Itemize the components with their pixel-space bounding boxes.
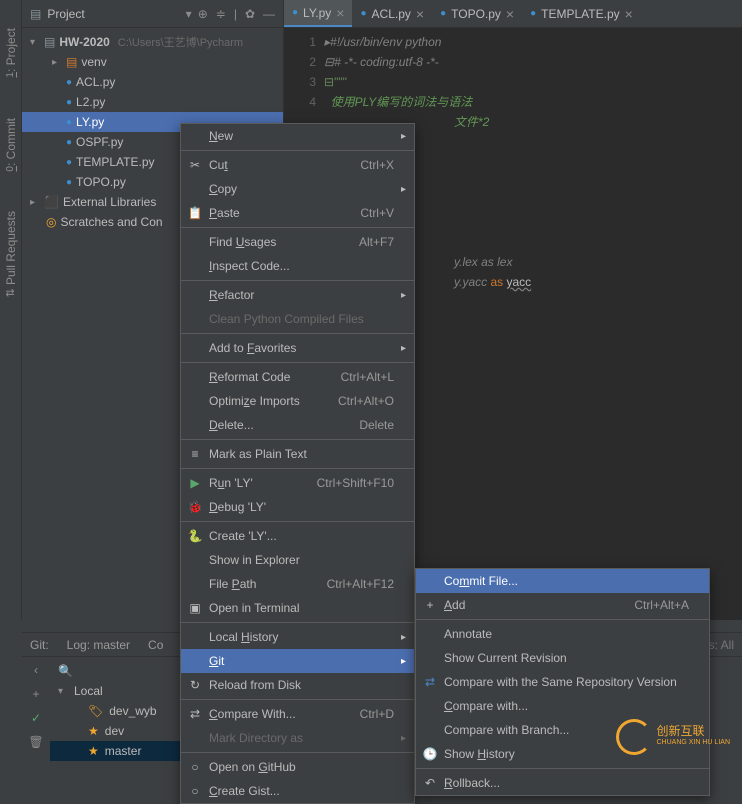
context-menu-main: New▸ ✂CutCtrl+XCopy▸📋PasteCtrl+V Find Usag… bbox=[180, 123, 415, 804]
menu-icon: ≡ bbox=[187, 447, 203, 461]
menu-item[interactable]: Optimize ImportsCtrl+Alt+O bbox=[181, 389, 414, 413]
menu-item[interactable]: Inspect Code... bbox=[181, 254, 414, 278]
menu-icon: + bbox=[422, 598, 438, 612]
watermark-logo: 创新互联CHUANG XIN HU LIAN bbox=[616, 719, 730, 755]
menu-icon: ↻ bbox=[187, 678, 203, 692]
divider: | bbox=[234, 7, 237, 21]
menu-item[interactable]: Refactor▸ bbox=[181, 283, 414, 307]
tab-topo[interactable]: ●TOPO.py× bbox=[432, 0, 522, 27]
tab-ly[interactable]: ●LY.py× bbox=[284, 0, 352, 27]
add-icon[interactable]: + bbox=[32, 687, 39, 701]
menu-item[interactable]: Delete...Delete bbox=[181, 413, 414, 437]
menu-item[interactable]: Local History▸ bbox=[181, 625, 414, 649]
menu-item[interactable]: File PathCtrl+Alt+F12 bbox=[181, 572, 414, 596]
dropdown-icon[interactable]: ▾ bbox=[186, 7, 192, 21]
tab-acl[interactable]: ●ACL.py× bbox=[352, 0, 432, 27]
git-label: Git: bbox=[30, 638, 49, 652]
menu-icon: ⇄ bbox=[422, 675, 438, 689]
menu-item[interactable]: ↶Rollback... bbox=[416, 771, 709, 795]
project-title: Project bbox=[47, 7, 179, 21]
menu-item[interactable]: Git▸ bbox=[181, 649, 414, 673]
menu-item[interactable]: Commit File... bbox=[416, 569, 709, 593]
context-menu-git: Commit File...+AddCtrl+Alt+A AnnotateShow… bbox=[415, 568, 710, 796]
menu-item[interactable]: Show Current Revision bbox=[416, 646, 709, 670]
vtab-project[interactable]: 1: Project bbox=[4, 28, 18, 78]
check-icon[interactable]: ✓ bbox=[31, 711, 41, 725]
menu-item[interactable]: Add to Favorites▸ bbox=[181, 336, 414, 360]
menu-item[interactable]: ○Create Gist... bbox=[181, 779, 414, 803]
close-icon[interactable]: × bbox=[416, 6, 424, 22]
menu-item[interactable]: Annotate bbox=[416, 622, 709, 646]
menu-icon: 🕒 bbox=[422, 747, 438, 761]
menu-icon: ⇄ bbox=[187, 707, 203, 721]
close-icon[interactable]: × bbox=[336, 5, 344, 21]
close-icon[interactable]: × bbox=[625, 6, 633, 22]
menu-item[interactable]: 📋PasteCtrl+V bbox=[181, 201, 414, 225]
left-tool-strip: 1: Project 0: Commit ⇅ Pull Requests bbox=[0, 0, 22, 620]
menu-item: Clean Python Compiled Files bbox=[181, 307, 414, 331]
menu-item[interactable]: Compare with... bbox=[416, 694, 709, 718]
tree-file[interactable]: ● L2.py bbox=[22, 92, 283, 112]
menu-icon: ↶ bbox=[422, 776, 438, 790]
menu-item[interactable]: ✂CutCtrl+X bbox=[181, 153, 414, 177]
tab-template[interactable]: ●TEMPLATE.py× bbox=[522, 0, 641, 27]
menu-item[interactable]: Copy▸ bbox=[181, 177, 414, 201]
tree-root[interactable]: ▾▤ HW-2020C:\Users\王艺博\Pycharm bbox=[22, 32, 283, 52]
menu-icon: ▣ bbox=[187, 601, 203, 615]
vtab-pull-requests[interactable]: ⇅ Pull Requests bbox=[4, 211, 18, 297]
git-tab-log[interactable]: Log: master bbox=[67, 638, 130, 652]
menu-item[interactable]: ≡Mark as Plain Text bbox=[181, 442, 414, 466]
menu-item[interactable]: ▣Open in Terminal bbox=[181, 596, 414, 620]
menu-item[interactable]: ▶Run 'LY'Ctrl+Shift+F10 bbox=[181, 471, 414, 495]
menu-item[interactable]: Show in Explorer bbox=[181, 548, 414, 572]
back-icon[interactable]: ‹ bbox=[34, 663, 38, 677]
menu-icon: ○ bbox=[187, 784, 203, 798]
hide-icon[interactable]: — bbox=[263, 7, 275, 21]
menu-icon: ✂ bbox=[187, 158, 203, 172]
editor-tabs: ●LY.py× ●ACL.py× ●TOPO.py× ●TEMPLATE.py× bbox=[284, 0, 742, 28]
menu-item[interactable]: ⇄Compare with the Same Repository Versio… bbox=[416, 670, 709, 694]
menu-icon: ▶ bbox=[187, 476, 203, 490]
menu-item[interactable]: 🐞Debug 'LY' bbox=[181, 495, 414, 519]
menu-item[interactable]: ○Open on GitHub bbox=[181, 755, 414, 779]
tree-venv[interactable]: ▸▤ venv bbox=[22, 52, 283, 72]
folder-icon: ▤ bbox=[30, 7, 41, 21]
menu-item[interactable]: Reformat CodeCtrl+Alt+L bbox=[181, 365, 414, 389]
menu-icon: 🐞 bbox=[187, 500, 203, 514]
menu-item[interactable]: ↻Reload from Disk bbox=[181, 673, 414, 697]
close-icon[interactable]: × bbox=[506, 6, 514, 22]
menu-item[interactable]: New▸ bbox=[181, 124, 414, 148]
settings-icon[interactable]: ✿ bbox=[245, 7, 255, 21]
menu-item[interactable]: +AddCtrl+Alt+A bbox=[416, 593, 709, 617]
menu-item[interactable]: 🐍Create 'LY'... bbox=[181, 524, 414, 548]
menu-icon: 🐍 bbox=[187, 529, 203, 543]
menu-item[interactable]: ⇄Compare With...Ctrl+D bbox=[181, 702, 414, 726]
tree-file[interactable]: ● ACL.py bbox=[22, 72, 283, 92]
git-tab-console[interactable]: Co bbox=[148, 638, 163, 652]
menu-icon: ○ bbox=[187, 760, 203, 774]
delete-icon[interactable]: 🗑 bbox=[28, 735, 43, 749]
collapse-icon[interactable]: ≑ bbox=[216, 7, 226, 21]
menu-item: Mark Directory as▸ bbox=[181, 726, 414, 750]
vtab-commit[interactable]: 0: Commit bbox=[4, 118, 18, 172]
menu-item[interactable]: Find UsagesAlt+F7 bbox=[181, 230, 414, 254]
menu-icon: 📋 bbox=[187, 206, 203, 220]
target-icon[interactable]: ⊕ bbox=[198, 7, 208, 21]
